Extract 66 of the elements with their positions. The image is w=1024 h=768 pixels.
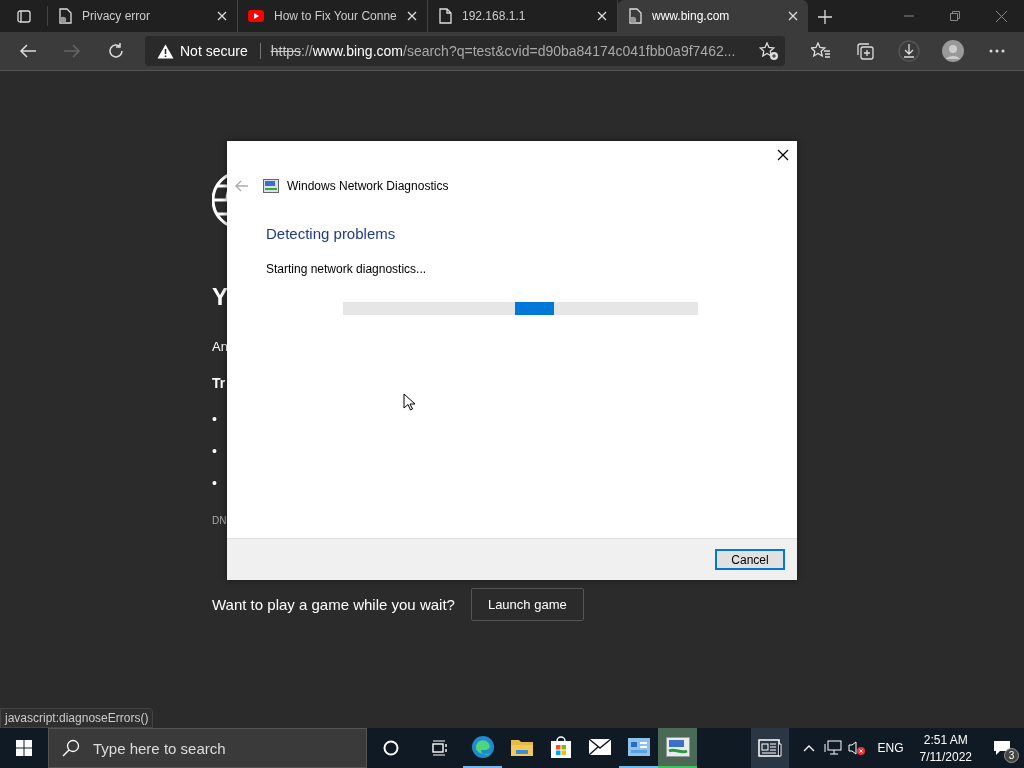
close-icon[interactable] [788,11,798,21]
status-url: javascript:diagnoseErrors() [0,708,154,728]
close-icon[interactable] [597,11,607,21]
envelope-icon [587,738,612,756]
document-error-icon [628,8,642,24]
chevron-up-icon [803,744,816,752]
mouse-pointer-icon [403,393,415,411]
dialog-close-button[interactable] [777,149,789,161]
launch-game-button[interactable]: Launch game [470,588,584,621]
minimize-icon [904,15,914,17]
error-code: DN [212,515,228,526]
notification-count: 3 [1004,748,1019,763]
back-arrow-icon [235,180,249,192]
document-error-icon [58,8,72,24]
tab-actions-icon [16,9,31,23]
bullet: • [212,411,217,427]
network-icon [824,740,843,756]
favorites-icon [811,42,831,60]
collections-icon [855,41,875,61]
refresh-icon [107,42,125,60]
close-icon[interactable] [217,11,227,21]
forward-arrow-icon [63,43,81,59]
cancel-button[interactable]: Cancel [715,549,785,570]
task-view-icon [430,740,448,756]
address-bar[interactable]: Not secure https://www.bing.com/search?q=test&cvid=d90ba84174c041fbb0a9f7462... [145,36,785,66]
newspaper-icon [758,739,783,757]
search-field[interactable]: Type here to search [48,728,367,768]
more-icon [989,49,1005,53]
warning-icon [157,43,174,59]
url-text: https://www.bing.com/search?q=test&cvid=d90ba84174c041fbb0a9f7462... [269,43,737,59]
close-icon[interactable] [407,11,417,21]
windows-logo-icon [16,740,32,756]
bullet: • [212,443,217,459]
new-tab-icon[interactable] [818,10,832,24]
circle-icon [383,740,399,756]
dialog-status: Starting network diagnostics... [266,262,428,276]
edge-icon [470,735,495,759]
download-icon [898,40,920,62]
clock[interactable]: 2:51 AM 7/11/2022 [911,732,980,764]
dialog-heading: Detecting problems [266,225,397,242]
error-subheading: Tr [212,375,227,391]
language-indicator[interactable]: ENG [869,741,912,755]
dialog-title: Windows Network Diagnostics [287,179,449,193]
speaker-muted-icon [848,740,867,756]
news-button[interactable] [751,728,790,768]
network-diagnostics-icon [263,179,279,193]
notifications-icon[interactable] [993,740,1011,756]
restore-icon [950,11,960,21]
security-status[interactable]: Not secure [180,43,261,59]
network-diagnostics-icon [665,737,690,757]
search-icon [62,739,80,757]
profile-avatar-icon [942,40,964,62]
bullet: • [212,475,217,491]
add-favorite-icon[interactable] [759,41,779,61]
browser-tab[interactable]: www.bing.com [618,0,808,32]
error-heading: Y [212,283,229,311]
store-bag-icon [549,735,572,759]
error-text: An [212,339,229,354]
close-icon [995,10,1007,22]
close-icon [777,149,789,161]
game-prompt: Want to play a game while you wait? [212,596,455,613]
document-icon [438,8,452,24]
video-play-icon [248,10,264,22]
folder-icon [509,737,534,757]
control-panel-icon [627,738,650,756]
back-arrow-icon [19,43,37,59]
